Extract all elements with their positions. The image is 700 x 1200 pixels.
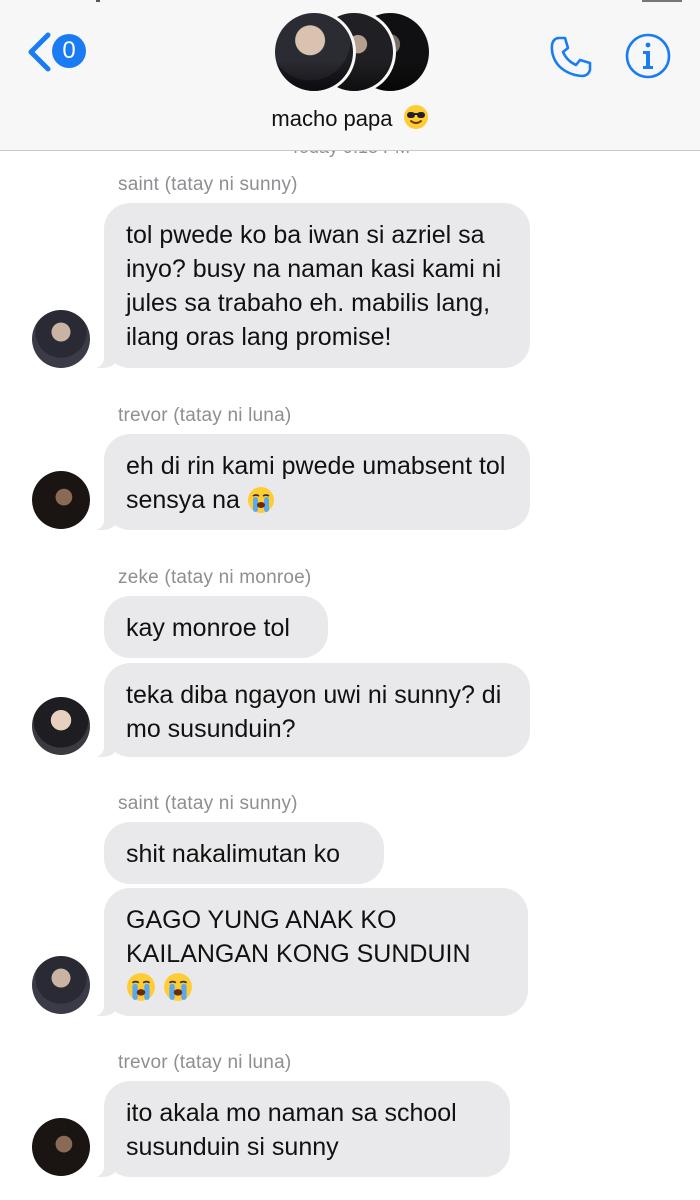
sender-label: saint (tatay ni sunny) [118, 174, 298, 195]
group-title[interactable]: macho papa [0, 104, 700, 136]
back-button[interactable]: 0 [26, 28, 88, 76]
message-text: eh di rin kami pwede umabsent tol sensya… [126, 452, 506, 514]
message-bubble[interactable]: eh di rin kami pwede umabsent tol sensya… [94, 434, 530, 530]
message-text: GAGO YUNG ANAK KO KAILANGAN KONG SUNDUIN [126, 906, 471, 968]
avatar[interactable] [32, 956, 90, 1014]
message-text: kay monroe tol [126, 614, 290, 642]
message-bubble[interactable]: shit nakalimutan ko [104, 822, 384, 884]
avatar[interactable] [32, 471, 90, 529]
message-text: shit nakalimutan ko [126, 840, 341, 868]
group-avatar-stack[interactable] [272, 10, 432, 94]
group-avatar-1 [272, 10, 356, 94]
message-bubble[interactable]: tol pwede ko ba iwan si azriel sa inyo? … [94, 203, 530, 368]
sender-label: saint (tatay ni sunny) [118, 793, 298, 814]
avatar[interactable] [32, 1118, 90, 1176]
message-bubble[interactable]: GAGO YUNG ANAK KO KAILANGAN KONG SUNDUIN [94, 888, 528, 1016]
sunglasses-emoji-icon [403, 104, 429, 136]
sender-label: trevor (tatay ni luna) [118, 405, 292, 426]
sender-label: zeke (tatay ni monroe) [118, 567, 312, 588]
message-text: tol pwede ko ba iwan si azriel sa inyo? … [126, 221, 502, 351]
avatar[interactable] [32, 697, 90, 755]
message-text: teka diba ngayon uwi ni sunny? di mo sus… [126, 681, 502, 743]
sender-label: trevor (tatay ni luna) [118, 1052, 292, 1073]
avatar[interactable] [32, 310, 90, 368]
group-name-text: macho papa [271, 106, 393, 131]
chevron-left-icon [28, 32, 51, 72]
message-text: ito akala mo naman sa school susunduin s… [126, 1099, 457, 1161]
status-bar-remnant [0, 0, 700, 2]
conversation-header: 0 macho papa [0, 0, 700, 151]
message-bubble[interactable]: kay monroe tol [104, 596, 328, 658]
crying-face-emoji-icon [163, 972, 193, 1011]
message-bubble[interactable]: teka diba ngayon uwi ni sunny? di mo sus… [94, 663, 530, 757]
info-icon[interactable] [624, 32, 672, 80]
crying-face-emoji-icon [247, 486, 275, 523]
unread-count-badge: 0 [52, 34, 86, 68]
message-bubble[interactable]: ito akala mo naman sa school susunduin s… [94, 1081, 510, 1177]
phone-icon[interactable] [548, 34, 594, 80]
crying-face-emoji-icon [126, 972, 156, 1011]
